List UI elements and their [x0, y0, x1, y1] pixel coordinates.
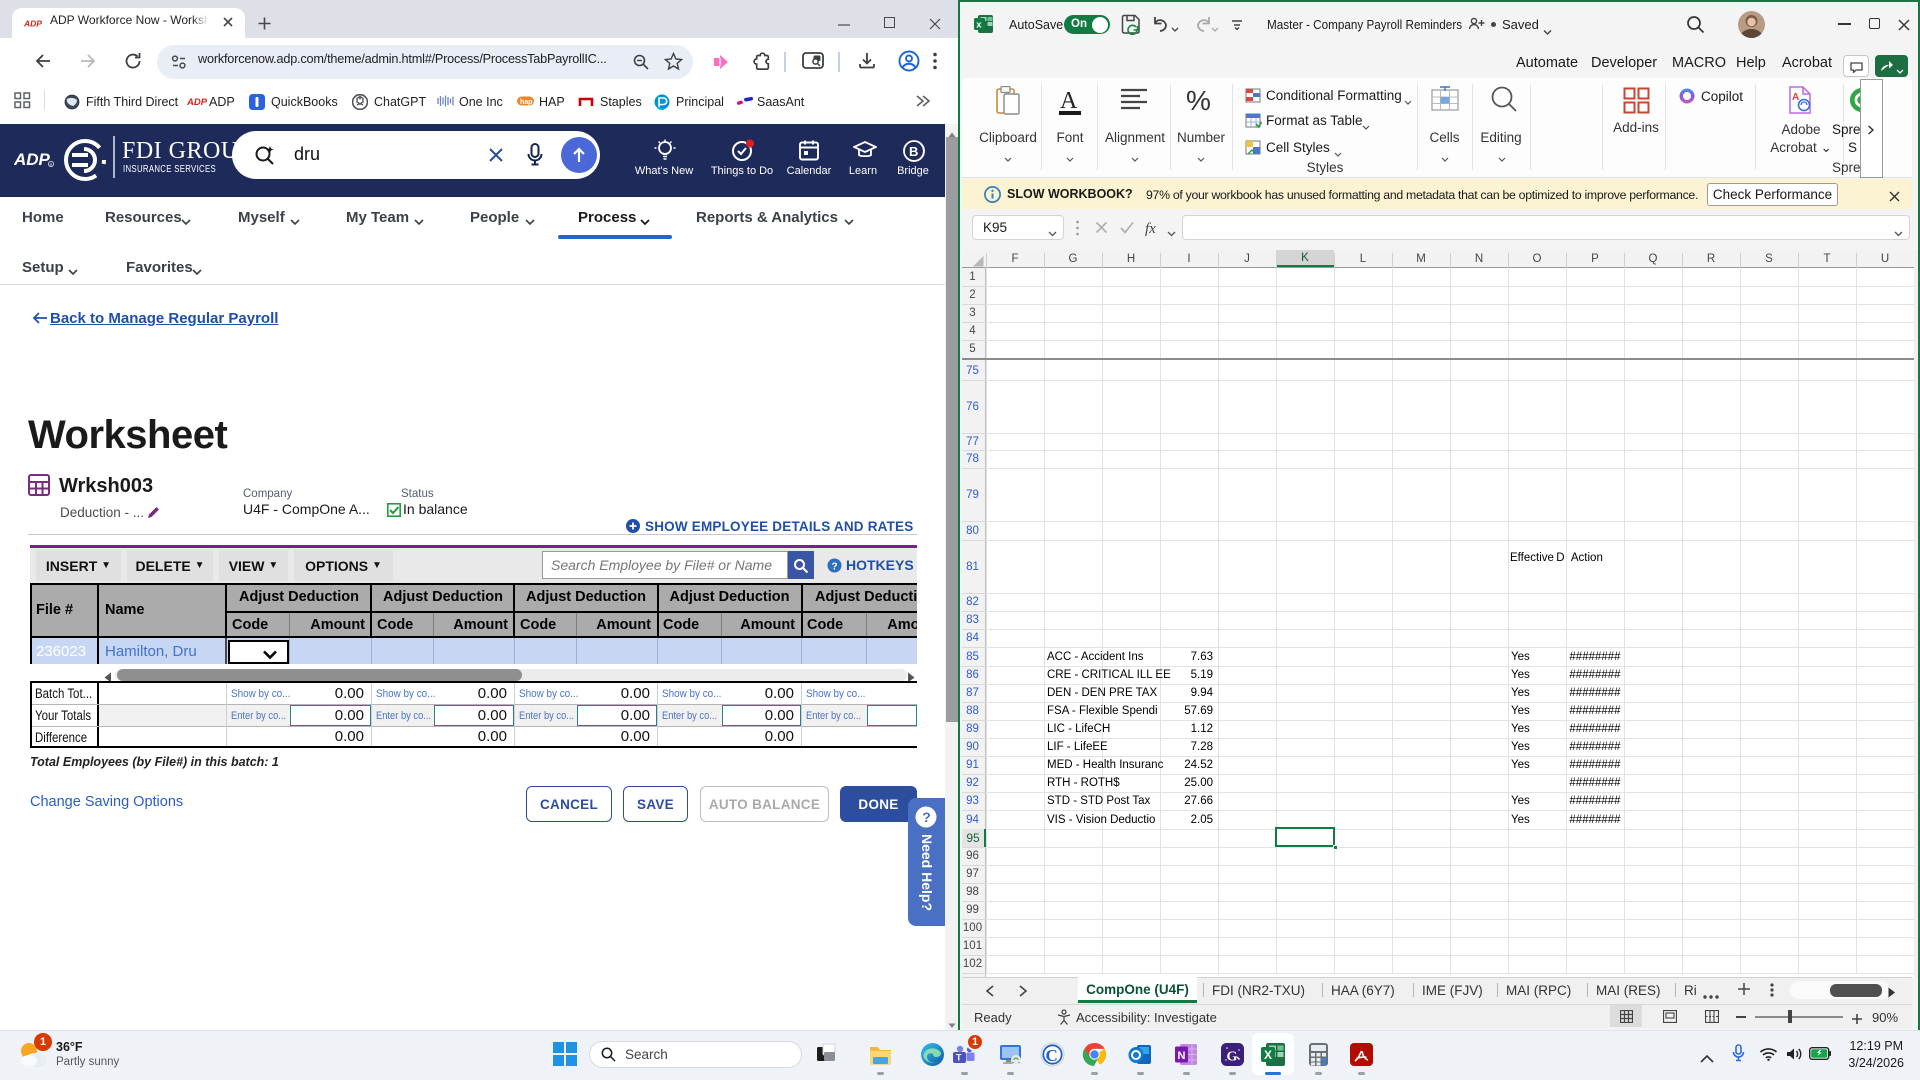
svg-text:A: A: [1060, 88, 1078, 114]
svg-text:%: %: [1186, 85, 1211, 115]
svg-text:hap: hap: [520, 99, 532, 106]
svg-text:fx: fx: [1145, 221, 1156, 236]
svg-text:R: R: [50, 163, 53, 167]
svg-text:x: x: [976, 20, 982, 31]
svg-text:ADP: ADP: [187, 97, 208, 108]
svg-text:G: G: [1227, 1050, 1238, 1065]
svg-text:N: N: [1178, 1050, 1186, 1062]
svg-text:X: X: [1264, 1048, 1272, 1062]
svg-text:A: A: [1792, 92, 1799, 103]
svg-text:?: ?: [832, 562, 838, 573]
svg-text:?: ?: [922, 809, 931, 825]
svg-text:ADP: ADP: [24, 19, 42, 29]
svg-text:T: T: [956, 1053, 962, 1063]
svg-text:ADP: ADP: [14, 150, 51, 169]
svg-text:B: B: [909, 144, 918, 159]
